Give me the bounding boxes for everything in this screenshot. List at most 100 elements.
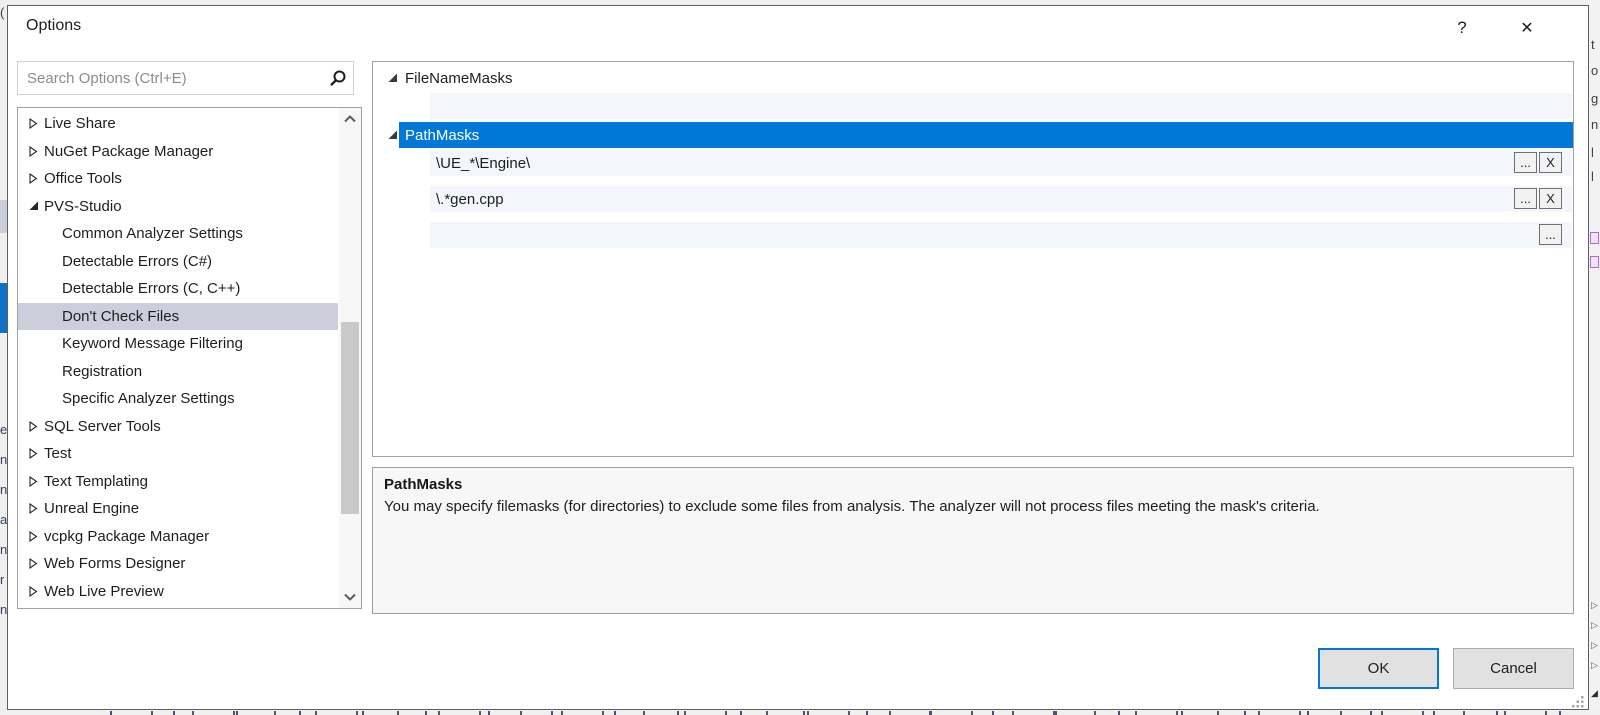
remove-mask-button[interactable]: X bbox=[1539, 152, 1562, 173]
background-text-fragment: n bbox=[0, 483, 7, 497]
tree-item-label: Keyword Message Filtering bbox=[62, 335, 243, 352]
background-text-fragment: n bbox=[1591, 118, 1600, 132]
tree-scrollbar[interactable] bbox=[339, 108, 361, 608]
tree-item[interactable]: Live Share bbox=[18, 110, 338, 138]
expand-arrow-icon[interactable] bbox=[29, 421, 41, 432]
property-description-title: PathMasks bbox=[384, 476, 1562, 493]
tree-item[interactable]: Registration bbox=[18, 358, 338, 386]
collapse-arrow-icon[interactable] bbox=[388, 130, 400, 140]
background-highlight-fragment bbox=[0, 283, 7, 333]
property-group-header[interactable]: PathMasks bbox=[373, 122, 1573, 148]
resize-grip-icon[interactable] bbox=[1570, 694, 1584, 713]
tree-item[interactable]: PVS-Studio bbox=[18, 193, 338, 221]
tree-item[interactable]: Detectable Errors (C, C++) bbox=[18, 275, 338, 303]
tree-item[interactable]: Web Forms Designer bbox=[18, 550, 338, 578]
close-button[interactable]: ✕ bbox=[1510, 12, 1544, 44]
property-grid: FileNameMasks PathMasks \UE_*\Engine\ ..… bbox=[372, 61, 1574, 457]
mask-row[interactable]: ... bbox=[430, 222, 1572, 248]
tree-item-label: Office Tools bbox=[44, 170, 122, 187]
expand-arrow-icon[interactable] bbox=[29, 476, 41, 487]
chevron-expanded-icon: ◢ bbox=[1591, 688, 1598, 699]
property-description-panel: PathMasks You may specify filemasks (for… bbox=[372, 467, 1574, 614]
background-text-fragment: n bbox=[0, 543, 7, 557]
tree-item[interactable]: Web Live Preview bbox=[18, 578, 338, 606]
tree-item-label: Test bbox=[44, 445, 72, 462]
bottom-background-sliver bbox=[0, 710, 1600, 715]
background-text-fragment: t bbox=[1591, 38, 1600, 52]
scrollbar-thumb[interactable] bbox=[341, 322, 359, 514]
mask-value[interactable]: \.*gen.cpp bbox=[430, 191, 504, 208]
tree-item[interactable]: vcpkg Package Manager bbox=[18, 523, 338, 551]
property-group-header[interactable]: FileNameMasks bbox=[373, 65, 1573, 91]
tree-item-label: Detectable Errors (C, C++) bbox=[62, 280, 240, 297]
background-text-fragment: ( bbox=[0, 6, 7, 20]
edit-mask-button[interactable]: ... bbox=[1514, 152, 1537, 173]
tree-item[interactable]: Keyword Message Filtering bbox=[18, 330, 338, 358]
mask-row[interactable] bbox=[430, 93, 1572, 119]
expand-arrow-icon[interactable] bbox=[29, 586, 41, 597]
edit-mask-button[interactable]: ... bbox=[1539, 224, 1562, 245]
tree-item-label: Unreal Engine bbox=[44, 500, 139, 517]
background-text-fragment: n bbox=[0, 603, 7, 617]
help-button[interactable]: ? bbox=[1445, 12, 1479, 44]
mask-value[interactable]: \UE_*\Engine\ bbox=[430, 155, 530, 172]
background-icon-fragment bbox=[1590, 232, 1599, 244]
chevron-right-icon: ▷ bbox=[1591, 600, 1598, 611]
tree-item-label: Don't Check Files bbox=[62, 308, 179, 325]
tree-item-label: vcpkg Package Manager bbox=[44, 528, 209, 545]
expand-arrow-icon[interactable] bbox=[29, 118, 41, 129]
expand-arrow-icon[interactable] bbox=[29, 558, 41, 569]
property-group-label: FileNameMasks bbox=[405, 70, 513, 87]
property-group-label: PathMasks bbox=[405, 127, 479, 144]
tree-item[interactable]: Specific Analyzer Settings bbox=[18, 385, 338, 413]
edit-mask-button[interactable]: ... bbox=[1514, 188, 1537, 209]
expand-arrow-icon[interactable] bbox=[29, 146, 41, 157]
background-icon-fragment bbox=[1590, 256, 1599, 268]
property-group: PathMasks \UE_*\Engine\ ...X \.*gen.cpp … bbox=[373, 122, 1573, 248]
tree-item[interactable]: Detectable Errors (C#) bbox=[18, 248, 338, 276]
tree-item[interactable]: Common Analyzer Settings bbox=[18, 220, 338, 248]
mask-row-buttons: ...X bbox=[1514, 152, 1562, 173]
cancel-button[interactable]: Cancel bbox=[1453, 648, 1574, 689]
scroll-down-icon[interactable] bbox=[339, 588, 361, 606]
right-background-sliver: ▷ ▷ ▷ ▷ ◢ tognll bbox=[1589, 0, 1600, 715]
expand-arrow-icon[interactable] bbox=[29, 173, 41, 184]
collapse-arrow-icon[interactable] bbox=[388, 73, 400, 83]
expand-arrow-icon[interactable] bbox=[29, 503, 41, 514]
tree-item[interactable]: Unreal Engine bbox=[18, 495, 338, 523]
search-box[interactable] bbox=[17, 61, 354, 95]
chevron-right-icon: ▷ bbox=[1591, 660, 1598, 671]
property-group: FileNameMasks bbox=[373, 65, 1573, 119]
tree-item-label: Web Live Preview bbox=[44, 583, 164, 600]
search-input[interactable] bbox=[18, 70, 323, 87]
background-text-fragment bbox=[110, 711, 1584, 715]
expand-arrow-icon[interactable] bbox=[29, 531, 41, 542]
tree-item[interactable]: Don't Check Files bbox=[18, 303, 338, 331]
tree-item[interactable]: Office Tools bbox=[18, 165, 338, 193]
tree-item-label: Registration bbox=[62, 363, 142, 380]
scroll-up-icon[interactable] bbox=[339, 110, 361, 128]
tree-item-label: Detectable Errors (C#) bbox=[62, 253, 212, 270]
mask-row[interactable]: \.*gen.cpp ...X bbox=[430, 186, 1572, 212]
remove-mask-button[interactable]: X bbox=[1539, 188, 1562, 209]
background-text-fragment: e bbox=[0, 423, 7, 437]
mask-row-buttons: ... bbox=[1539, 224, 1562, 245]
ok-button[interactable]: OK bbox=[1318, 648, 1439, 689]
chevron-right-icon: ▷ bbox=[1591, 640, 1598, 651]
collapse-arrow-icon[interactable] bbox=[29, 201, 41, 211]
tree-item-label: PVS-Studio bbox=[44, 198, 122, 215]
mask-row[interactable]: \UE_*\Engine\ ...X bbox=[430, 150, 1572, 176]
background-text-fragment: g bbox=[1591, 92, 1600, 106]
tree-item[interactable]: Test bbox=[18, 440, 338, 468]
options-dialog: Options ? ✕ Live Share NuGet Package Man… bbox=[7, 5, 1589, 710]
mask-row-buttons: ...X bbox=[1514, 188, 1562, 209]
tree-item-label: Web Forms Designer bbox=[44, 555, 185, 572]
tree-item-label: Text Templating bbox=[44, 473, 148, 490]
expand-arrow-icon[interactable] bbox=[29, 448, 41, 459]
tree-item[interactable]: NuGet Package Manager bbox=[18, 138, 338, 166]
chevron-right-icon: ▷ bbox=[1591, 620, 1598, 631]
tree-item-label: SQL Server Tools bbox=[44, 418, 161, 435]
background-text-fragment: a bbox=[0, 513, 7, 527]
tree-item[interactable]: SQL Server Tools bbox=[18, 413, 338, 441]
tree-item[interactable]: Text Templating bbox=[18, 468, 338, 496]
